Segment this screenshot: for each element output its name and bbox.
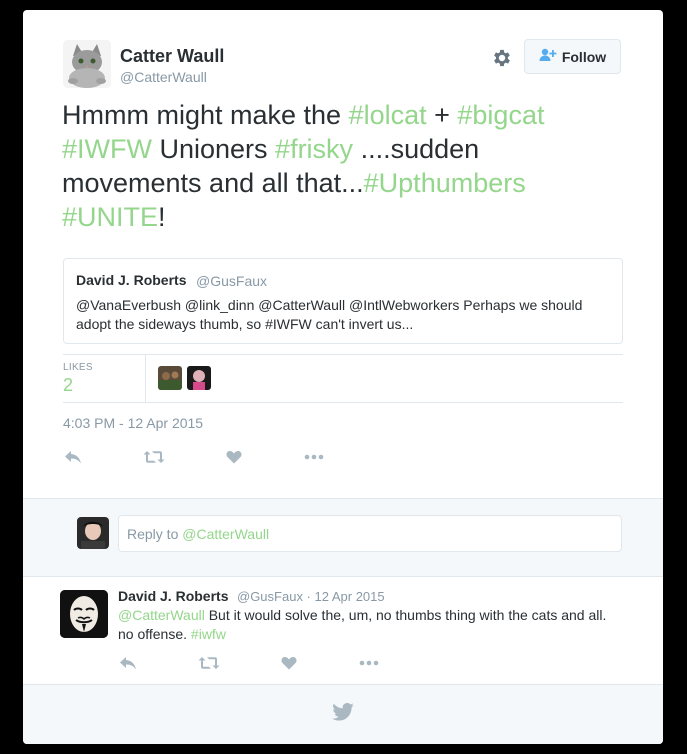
author-name[interactable]: Catter Waull <box>120 46 224 67</box>
reply-icon[interactable] <box>62 447 84 467</box>
tweet-text-segment: + <box>426 100 458 130</box>
quoted-author-handle: @GusFaux <box>196 273 268 289</box>
more-icon[interactable] <box>303 447 325 467</box>
mention-link[interactable]: @CatterWaull <box>118 607 205 623</box>
reply-box-area: Reply to @CatterWaull <box>23 498 663 577</box>
reply-input-mention: @CatterWaull <box>182 526 270 542</box>
divider <box>63 402 623 403</box>
hashtag-link[interactable]: #lolcat <box>349 100 427 130</box>
tweet-card: Catter Waull @CatterWaull Follow Hmmm mi… <box>23 10 663 744</box>
heart-icon[interactable] <box>278 653 300 673</box>
liker-avatar[interactable] <box>187 366 211 390</box>
reply-author-name[interactable]: David J. Roberts <box>118 588 228 604</box>
reply-input-placeholder: Reply to <box>127 526 183 542</box>
reply-author-avatar[interactable] <box>60 590 108 638</box>
more-icon[interactable] <box>358 653 380 673</box>
author-handle[interactable]: @CatterWaull <box>120 69 207 85</box>
heart-icon[interactable] <box>223 447 245 467</box>
tweet-timestamp[interactable]: 4:03 PM - 12 Apr 2015 <box>63 415 203 431</box>
divider <box>63 354 623 355</box>
hashtag-link[interactable]: #frisky <box>275 134 353 164</box>
hashtag-link[interactable]: #bigcat <box>457 100 544 130</box>
tweet-text-segment: ! <box>158 202 166 232</box>
hashtag-link[interactable]: #iwfw <box>191 626 226 642</box>
twitter-bird-icon[interactable] <box>332 702 354 723</box>
gear-icon[interactable] <box>491 47 513 69</box>
hashtag-link[interactable]: #UNITE <box>62 202 158 232</box>
quoted-author-name: David J. Roberts <box>76 272 187 288</box>
tweet-text: Hmmm might make the #lolcat + #bigcat #I… <box>62 98 602 234</box>
likes-label: LIKES <box>63 362 93 373</box>
liker-avatar[interactable] <box>158 366 182 390</box>
reply-tweet-text: @CatterWaull But it would solve the, um,… <box>118 606 618 644</box>
likes-count[interactable]: 2 <box>63 375 73 396</box>
author-avatar[interactable] <box>63 40 111 88</box>
reply-input[interactable]: Reply to @CatterWaull <box>118 515 622 552</box>
retweet-icon[interactable] <box>198 653 220 673</box>
stats-separator <box>145 355 146 402</box>
follow-label: Follow <box>561 48 607 65</box>
tweet-text-segment: Hmmm might make the <box>62 100 349 130</box>
retweet-icon[interactable] <box>143 447 165 467</box>
hashtag-link[interactable]: #IWFW <box>62 134 152 164</box>
add-user-icon <box>539 48 557 65</box>
follow-button[interactable]: Follow <box>524 39 621 74</box>
tweet-text-segment: Unioners <box>151 134 276 164</box>
current-user-avatar <box>77 517 109 549</box>
card-footer <box>23 684 663 744</box>
quoted-tweet-text: @VanaEverbush @link_dinn @CatterWaull @I… <box>76 297 583 332</box>
reply-author-meta[interactable]: @GusFaux · 12 Apr 2015 <box>237 589 385 604</box>
hashtag-link[interactable]: #Upthumbers <box>364 168 526 198</box>
quoted-tweet[interactable]: David J. Roberts @GusFaux @VanaEverbush … <box>63 258 623 344</box>
reply-icon[interactable] <box>117 653 139 673</box>
